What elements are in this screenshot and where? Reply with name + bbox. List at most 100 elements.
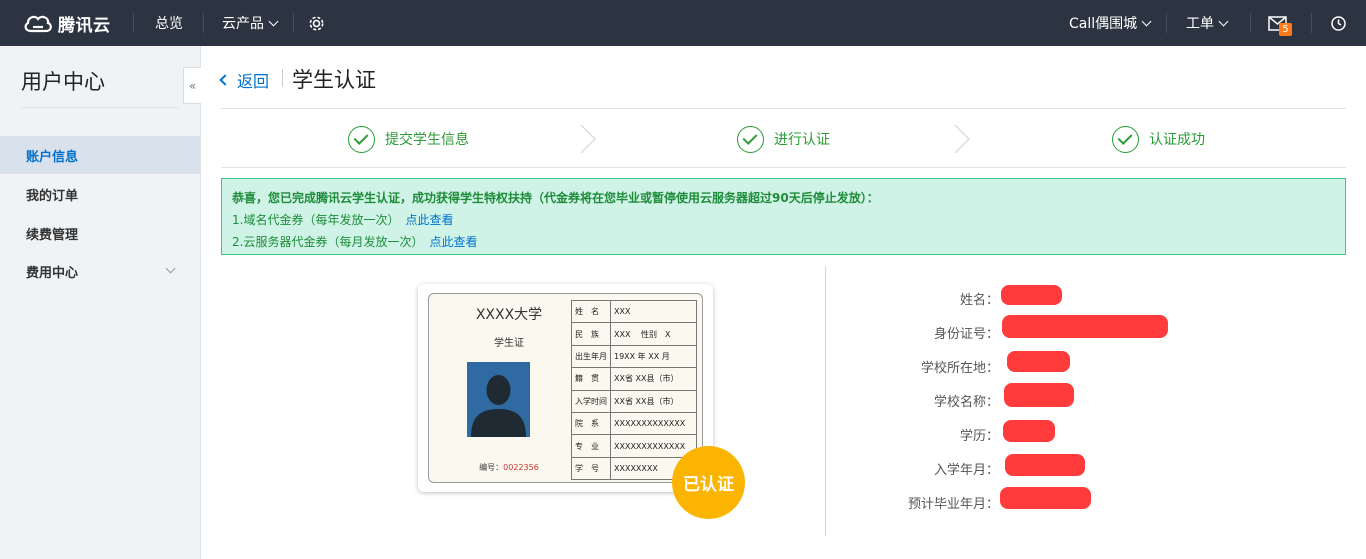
student-id-card: XXXX大学 学生证 编号：0022356 姓 名 XXX 民 族 XXX 性别 X… xyxy=(418,284,713,492)
table-row: 姓 名 XXX xyxy=(571,299,697,324)
redaction-mark xyxy=(1000,487,1091,509)
divider xyxy=(282,69,283,87)
table-row: 入学时间 XX省 XX县（市） xyxy=(571,389,697,413)
back-label: 返回 xyxy=(237,72,270,91)
chevron-left-icon xyxy=(219,74,231,86)
notice-line-domain-voucher: 1.域名代金券（每年发放一次） xyxy=(232,213,400,227)
nav-overview[interactable]: 总览 xyxy=(155,0,183,46)
redaction-mark xyxy=(1002,315,1168,338)
cloud-logo-icon xyxy=(24,15,52,33)
step-label: 提交学生信息 xyxy=(385,132,469,148)
redaction-mark xyxy=(1005,454,1085,476)
brand-logo[interactable]: 腾讯云 xyxy=(22,10,111,36)
card-field-label: 学 号 xyxy=(571,456,611,481)
card-school-name: XXXX大学 xyxy=(475,307,543,323)
card-field-label: 院 系 xyxy=(571,411,611,436)
divider xyxy=(1311,13,1312,33)
table-row: 籍 贯 XX省 XX县（市） xyxy=(571,367,697,391)
mail-count-badge: 5 xyxy=(1279,23,1292,36)
ticket-label: 工单 xyxy=(1186,16,1214,32)
card-field-value: XXXXXXXXXXXXX xyxy=(610,434,697,458)
step-verifying: 进行认证 xyxy=(737,125,830,153)
student-photo-placeholder xyxy=(467,362,530,437)
mail-button[interactable]: 5 xyxy=(1268,0,1292,46)
info-label-school-name: 学校名称： xyxy=(933,395,999,410)
sidebar: 用户中心 « 账户信息 我的订单 续费管理 费用中心 xyxy=(0,46,202,559)
sidebar-collapse-button[interactable]: « xyxy=(183,67,202,104)
card-field-label: 专 业 xyxy=(571,434,611,458)
card-field-value: XXXXXXXXXXXXX xyxy=(610,411,697,436)
step-arrow-icon xyxy=(580,125,597,153)
card-field-label: 民 族 xyxy=(571,322,611,346)
table-row: 民 族 XXX 性别 X xyxy=(571,322,697,346)
card-field-label: 出生年月 xyxy=(571,344,611,369)
nav-products-dropdown[interactable]: 云产品 xyxy=(222,0,279,46)
redaction-mark xyxy=(1004,383,1074,407)
table-row: 院 系 XXXXXXXXXXXXX xyxy=(571,411,697,436)
sidebar-item-label: 续费管理 xyxy=(26,227,79,243)
divider xyxy=(221,108,1346,109)
view-server-voucher-link[interactable]: 点此查看 xyxy=(429,235,477,249)
redaction-mark xyxy=(1007,351,1070,372)
info-label-education: 学历： xyxy=(959,429,999,444)
info-label-id-number: 身份证号： xyxy=(933,327,999,342)
redaction-mark xyxy=(1001,285,1062,305)
check-circle-icon xyxy=(737,125,764,153)
card-field-label: 籍 贯 xyxy=(571,367,611,391)
sidebar-title: 用户中心 xyxy=(21,70,105,94)
divider xyxy=(133,13,134,33)
divider xyxy=(21,107,179,108)
divider xyxy=(1250,13,1251,33)
info-label-enrollment-date: 入学年月： xyxy=(933,463,999,478)
success-notice: 恭喜，您已完成腾讯云学生认证，成功获得学生特权扶持（代金券将在您毕业或暂停使用云… xyxy=(221,178,1346,255)
history-button[interactable] xyxy=(1330,0,1347,46)
ticket-dropdown[interactable]: 工单 xyxy=(1186,0,1229,46)
step-success: 认证成功 xyxy=(1112,125,1205,153)
sidebar-item-renewal[interactable]: 续费管理 xyxy=(0,214,200,252)
chevron-down-icon xyxy=(1218,16,1229,26)
sidebar-item-label: 我的订单 xyxy=(26,188,79,204)
card-field-value: XXX 性别 X xyxy=(610,322,697,346)
card-field-value: XXX xyxy=(610,299,697,324)
info-label-school-location: 学校所在地： xyxy=(920,361,999,376)
nav-products-label: 云产品 xyxy=(222,16,264,32)
view-domain-voucher-link[interactable]: 点此查看 xyxy=(405,213,453,227)
card-field-label: 姓 名 xyxy=(571,299,611,324)
info-label-graduation-date: 预计毕业年月： xyxy=(907,497,999,512)
info-label-name: 姓名： xyxy=(959,293,999,308)
nav-overview-label: 总览 xyxy=(155,16,183,32)
table-row: 出生年月 19XX 年 XX 月 xyxy=(571,344,697,369)
history-clock-icon xyxy=(1331,15,1346,31)
sidebar-item-account-info[interactable]: 账户信息 xyxy=(0,136,200,174)
notice-headline: 恭喜，您已完成腾讯云学生认证，成功获得学生特权扶持（代金券将在您毕业或暂停使用云… xyxy=(232,191,879,205)
check-circle-icon xyxy=(348,125,375,153)
card-number: 编号：0022356 xyxy=(459,462,559,473)
student-id-card-body: XXXX大学 学生证 编号：0022356 姓 名 XXX 民 族 XXX 性别 X… xyxy=(428,293,703,483)
step-label: 进行认证 xyxy=(774,132,830,148)
user-name: Call偶围城 xyxy=(1069,16,1138,32)
sidebar-item-billing-center[interactable]: 费用中心 xyxy=(0,252,200,290)
verified-badge: 已认证 xyxy=(672,446,745,519)
chevron-down-icon xyxy=(268,16,279,26)
check-circle-icon xyxy=(1112,125,1139,153)
card-field-value: XX省 XX县（市） xyxy=(610,367,697,391)
card-number-label: 编号： xyxy=(479,463,504,472)
back-link[interactable]: 返回 xyxy=(219,68,270,92)
chevron-down-icon xyxy=(1141,16,1152,26)
settings-gear-icon xyxy=(309,16,324,30)
card-field-value: 19XX 年 XX 月 xyxy=(610,344,697,369)
step-label: 认证成功 xyxy=(1149,132,1205,148)
card-info-table: 姓 名 XXX 民 族 XXX 性别 X 出生年月 19XX 年 XX 月 籍 贯 XX… xyxy=(571,299,697,481)
card-subtitle: 学生证 xyxy=(494,338,524,349)
user-account-dropdown[interactable]: Call偶围城 xyxy=(1069,0,1152,46)
sidebar-item-my-orders[interactable]: 我的订单 xyxy=(0,175,200,213)
divider xyxy=(293,13,294,33)
divider xyxy=(1166,13,1167,33)
sidebar-item-label: 账户信息 xyxy=(26,149,79,165)
divider xyxy=(221,167,1346,168)
table-row: 专 业 XXXXXXXXXXXXX xyxy=(571,434,697,458)
person-silhouette-icon xyxy=(471,375,526,437)
settings-button[interactable] xyxy=(308,0,325,46)
step-submit-info: 提交学生信息 xyxy=(348,125,469,153)
card-number-value: 0022356 xyxy=(503,463,539,472)
